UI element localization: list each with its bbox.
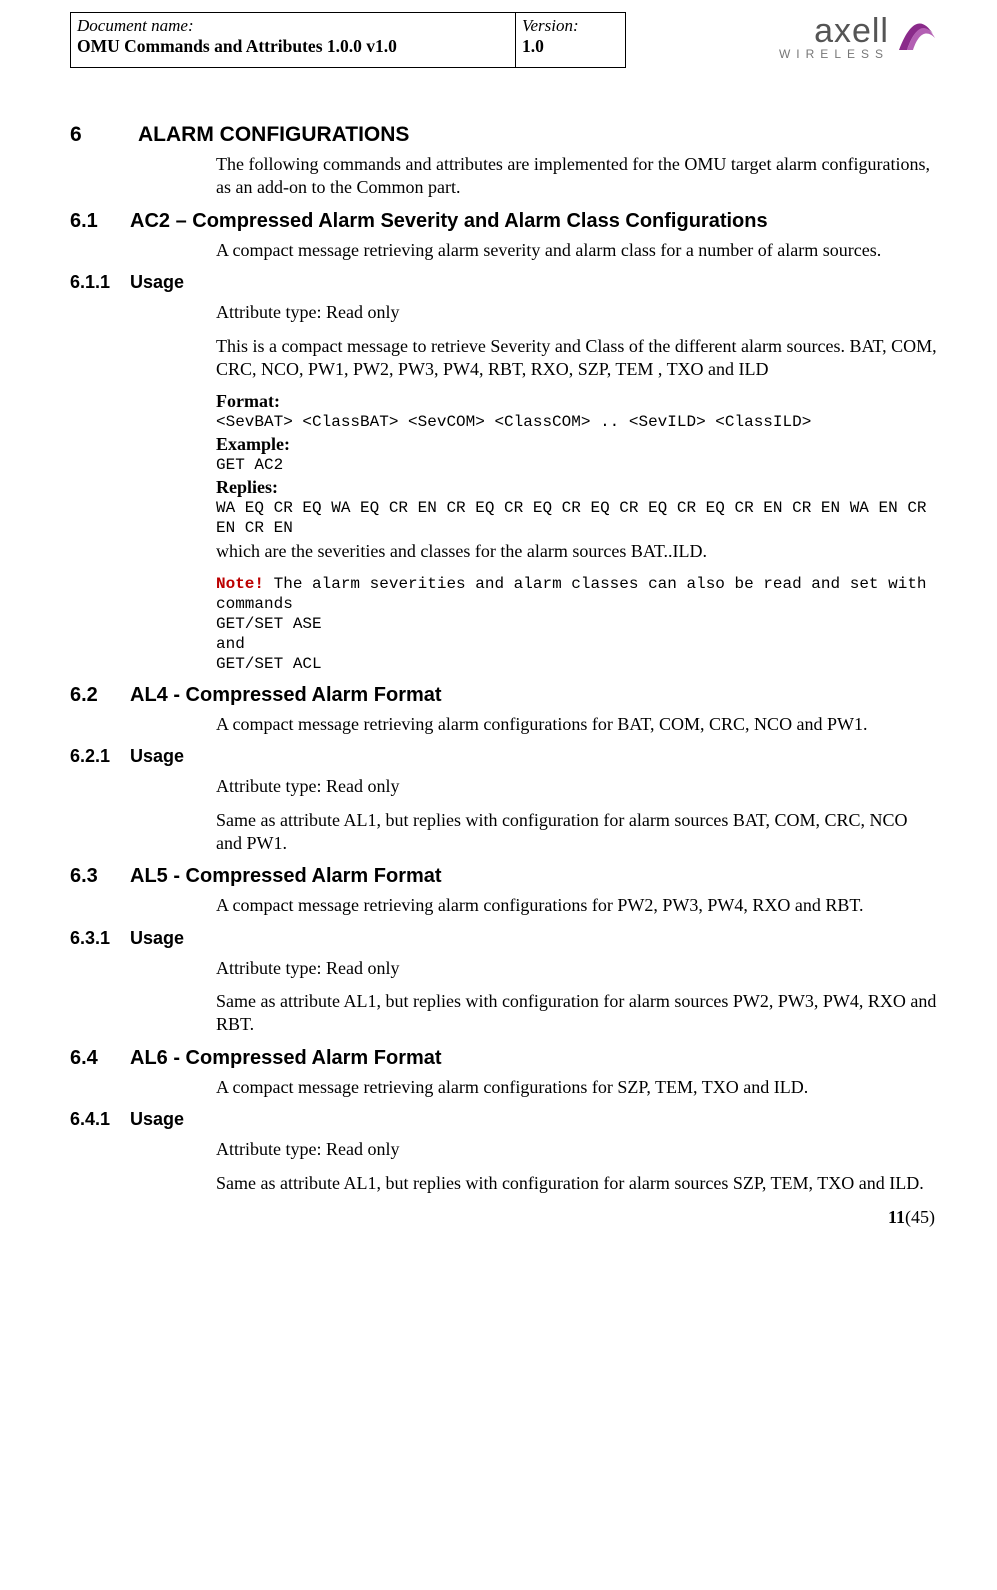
- heading-6-2-1: 6.2.1 Usage: [70, 746, 937, 767]
- example-code: GET AC2: [216, 455, 937, 475]
- format-label: Format:: [216, 391, 937, 412]
- section-6-2-intro: A compact message retrieving alarm confi…: [216, 713, 937, 736]
- version-value: 1.0: [522, 36, 617, 57]
- heading-6-2-1-title: Usage: [130, 746, 184, 767]
- section-6-4-intro: A compact message retrieving alarm confi…: [216, 1076, 937, 1099]
- heading-6-4-1-title: Usage: [130, 1109, 184, 1130]
- heading-6-1-num: 6.1: [70, 210, 130, 233]
- note-block: Note! The alarm severities and alarm cla…: [216, 574, 937, 674]
- heading-6-3-1-num: 6.3.1: [70, 928, 130, 949]
- desc-6-4-1: Same as attribute AL1, but replies with …: [216, 1172, 937, 1195]
- heading-6-2-title: AL4 - Compressed Alarm Format: [130, 684, 442, 707]
- section-6-intro: The following commands and attributes ar…: [216, 153, 937, 200]
- note-body: The alarm severities and alarm classes c…: [216, 575, 936, 673]
- attr-type-6-1-1: Attribute type: Read only: [216, 301, 937, 324]
- note-label: Note!: [216, 575, 264, 593]
- attr-type-6-4-1: Attribute type: Read only: [216, 1138, 937, 1161]
- desc-6-3-1: Same as attribute AL1, but replies with …: [216, 990, 937, 1037]
- heading-6-2-num: 6.2: [70, 684, 130, 707]
- version-label: Version:: [522, 16, 617, 36]
- heading-6-2-1-num: 6.2.1: [70, 746, 130, 767]
- heading-6-1: 6.1 AC2 – Compressed Alarm Severity and …: [70, 210, 937, 233]
- page-total: (45): [905, 1207, 935, 1227]
- format-code: <SevBAT> <ClassBAT> <SevCOM> <ClassCOM> …: [216, 412, 937, 432]
- example-label: Example:: [216, 434, 937, 455]
- document-page: Document name: OMU Commands and Attribut…: [0, 0, 997, 1258]
- heading-6-3-title: AL5 - Compressed Alarm Format: [130, 865, 442, 888]
- logo-sub-text: WIRELESS: [779, 48, 889, 60]
- heading-6-4-1-num: 6.4.1: [70, 1109, 130, 1130]
- logo-mark-icon: [893, 12, 937, 61]
- logo-brand-text: axell: [814, 14, 889, 48]
- replies-label: Replies:: [216, 477, 937, 498]
- doc-name-label: Document name:: [77, 16, 507, 36]
- heading-6-3-1-title: Usage: [130, 928, 184, 949]
- heading-6-2: 6.2 AL4 - Compressed Alarm Format: [70, 684, 937, 707]
- heading-6-1-1-title: Usage: [130, 272, 184, 293]
- attr-type-6-3-1: Attribute type: Read only: [216, 957, 937, 980]
- heading-6-num: 6: [70, 123, 138, 147]
- heading-6-4-num: 6.4: [70, 1047, 130, 1070]
- replies-tail: which are the severities and classes for…: [216, 540, 937, 563]
- heading-6-3: 6.3 AL5 - Compressed Alarm Format: [70, 865, 937, 888]
- heading-6-title: ALARM CONFIGURATIONS: [138, 123, 409, 147]
- header-info-table: Document name: OMU Commands and Attribut…: [70, 12, 626, 68]
- section-6-1-intro: A compact message retrieving alarm sever…: [216, 239, 937, 262]
- heading-6-4-1: 6.4.1 Usage: [70, 1109, 937, 1130]
- heading-6-3-num: 6.3: [70, 865, 130, 888]
- heading-6-1-1-num: 6.1.1: [70, 272, 130, 293]
- page-number: 11: [888, 1207, 905, 1227]
- section-6-3-intro: A compact message retrieving alarm confi…: [216, 894, 937, 917]
- heading-6-4-title: AL6 - Compressed Alarm Format: [130, 1047, 442, 1070]
- page-header: Document name: OMU Commands and Attribut…: [70, 12, 937, 68]
- doc-name-value: OMU Commands and Attributes 1.0.0 v1.0: [77, 36, 507, 57]
- desc-6-1-1: This is a compact message to retrieve Se…: [216, 335, 937, 382]
- heading-6-4: 6.4 AL6 - Compressed Alarm Format: [70, 1047, 937, 1070]
- heading-6-3-1: 6.3.1 Usage: [70, 928, 937, 949]
- heading-6: 6 ALARM CONFIGURATIONS: [70, 123, 937, 147]
- replies-code: WA EQ CR EQ WA EQ CR EN CR EQ CR EQ CR E…: [216, 498, 937, 538]
- heading-6-1-1: 6.1.1 Usage: [70, 272, 937, 293]
- desc-6-2-1: Same as attribute AL1, but replies with …: [216, 809, 937, 856]
- page-footer: 11(45): [70, 1207, 937, 1228]
- heading-6-1-title: AC2 – Compressed Alarm Severity and Alar…: [130, 210, 768, 233]
- attr-type-6-2-1: Attribute type: Read only: [216, 775, 937, 798]
- company-logo: axell WIRELESS: [779, 12, 937, 61]
